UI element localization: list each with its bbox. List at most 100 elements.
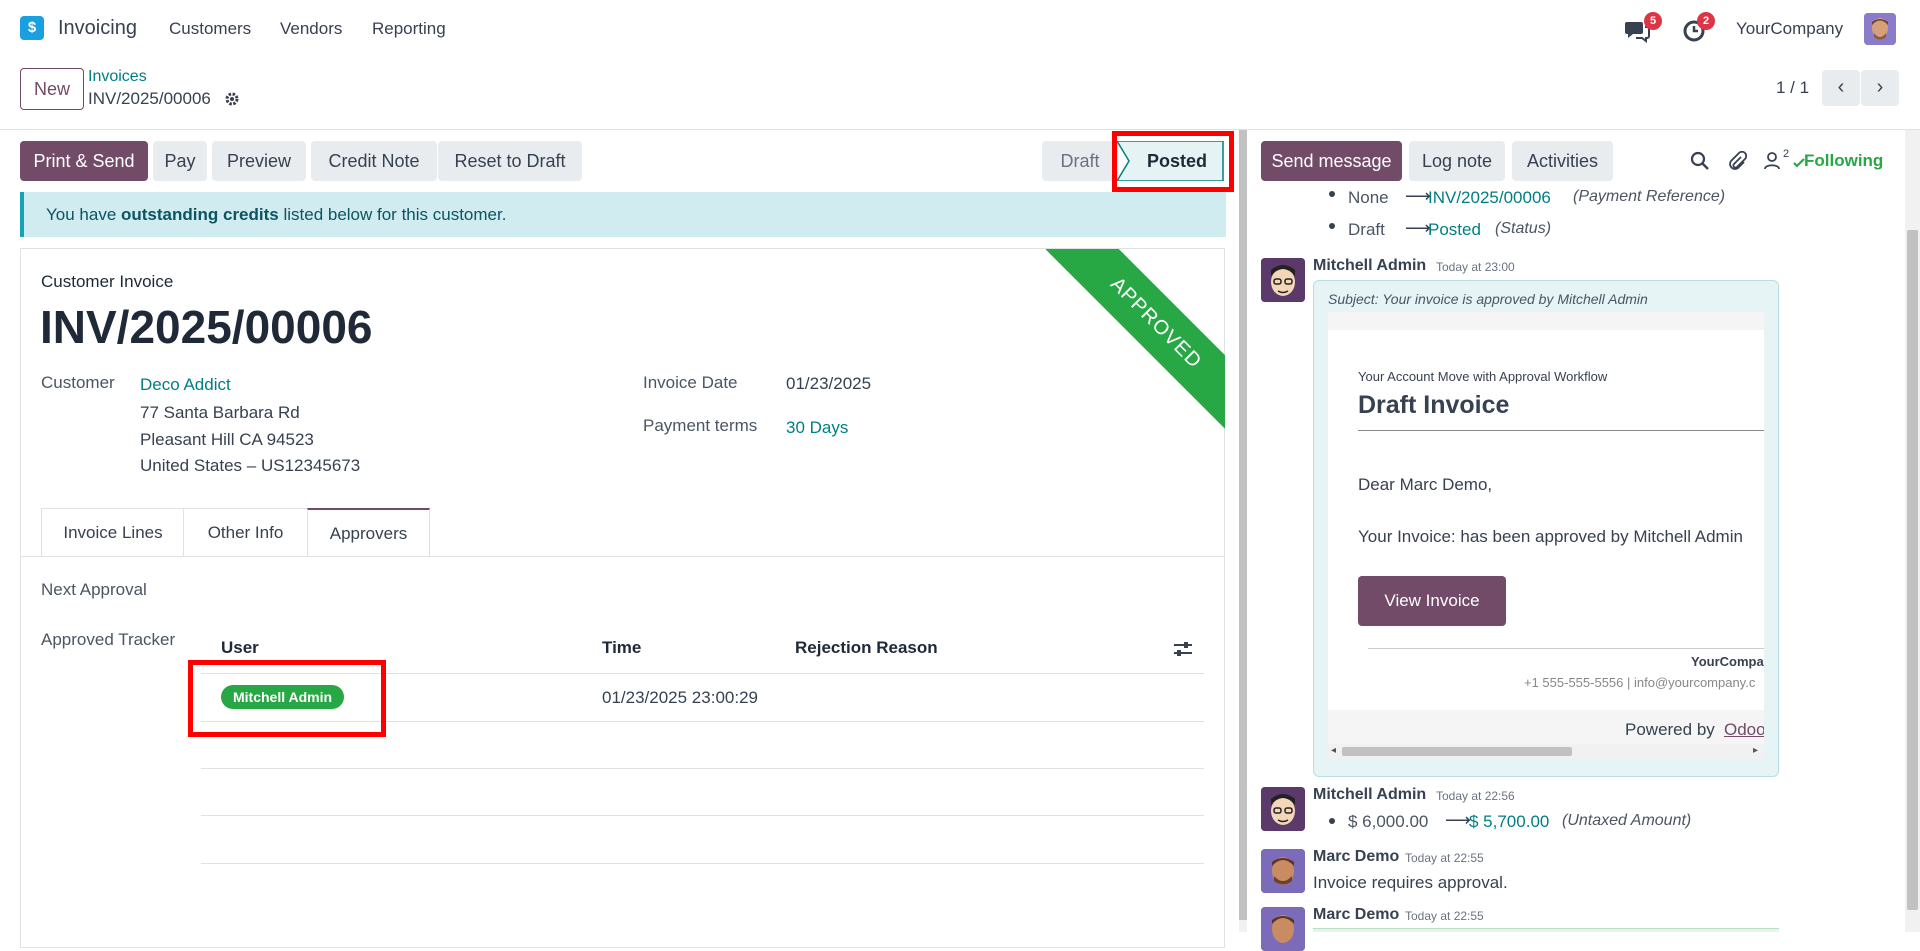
breadcrumb-invoices[interactable]: Invoices — [88, 68, 147, 86]
pay-label: Pay — [164, 151, 196, 171]
avatar-mitchell-admin[interactable] — [1261, 258, 1305, 302]
msg1-author[interactable]: Mitchell Admin — [1313, 257, 1426, 275]
pay-button[interactable]: Pay — [153, 141, 207, 181]
send-message-button[interactable]: Send message — [1261, 141, 1402, 181]
activities-button[interactable]: 2 — [1683, 12, 1715, 44]
msg3-author[interactable]: Marc Demo — [1313, 848, 1399, 866]
email-body-frame: Your Account Move with Approval Workflow… — [1328, 312, 1764, 759]
invoice-number: INV/2025/00006 — [40, 301, 373, 353]
msg2-author[interactable]: Mitchell Admin — [1313, 786, 1426, 804]
msg4-author[interactable]: Marc Demo — [1313, 906, 1399, 924]
company-switcher[interactable]: YourCompany — [1736, 19, 1843, 39]
new-button[interactable]: New — [20, 68, 84, 110]
gear-icon[interactable] — [224, 91, 240, 107]
odoo-link[interactable]: Odoo — [1724, 720, 1764, 740]
column-settings-icon[interactable] — [1173, 640, 1193, 658]
customer-label: Customer — [41, 373, 115, 392]
column-header-user[interactable]: User — [221, 638, 259, 658]
msg2-new-amount: $ 5,700.00 — [1469, 812, 1550, 831]
address-line3: United States – US12345673 — [140, 456, 361, 475]
tab-other-info[interactable]: Other Info — [183, 508, 307, 556]
status-draft[interactable]: Draft — [1042, 141, 1118, 181]
send-message-label: Send message — [1271, 151, 1392, 171]
email-footer-rule — [1368, 648, 1764, 649]
followers-icon[interactable] — [1763, 151, 1781, 171]
alert-text-post: listed below for this customer. — [278, 205, 507, 224]
email-body-text: Your Invoice: has been approved by Mitch… — [1358, 527, 1743, 546]
reset-draft-button[interactable]: Reset to Draft — [438, 141, 582, 181]
scroll-right-arrow-icon[interactable]: ▸ — [1753, 745, 1758, 756]
log-note-button[interactable]: Log note — [1409, 141, 1505, 181]
messages-button[interactable]: 5 — [1624, 12, 1662, 44]
approved-ribbon-band: APPROVED — [1045, 249, 1225, 434]
email-scrollbar-thumb[interactable] — [1342, 747, 1572, 756]
msg4-card-top — [1313, 928, 1779, 932]
column-header-rejection-reason[interactable]: Rejection Reason — [795, 638, 938, 658]
arrow-right-icon: ⟶ — [1445, 810, 1471, 830]
status-draft-label: Draft — [1060, 151, 1100, 171]
app-logo-icon[interactable]: $ — [20, 16, 44, 40]
messages-count-badge: 5 — [1644, 12, 1662, 30]
email-title: Draft Invoice — [1358, 391, 1510, 419]
app-name[interactable]: Invoicing — [58, 17, 137, 40]
following-button[interactable]: Following — [1804, 151, 1883, 171]
view-invoice-button[interactable]: View Invoice — [1358, 576, 1506, 626]
approval-time: 01/23/2025 23:00:29 — [602, 688, 758, 707]
outstanding-credits-alert: You have outstanding credits listed belo… — [20, 192, 1226, 237]
search-icon[interactable] — [1690, 151, 1710, 171]
alert-outstanding-credits[interactable]: outstanding credits — [121, 205, 279, 224]
tracking2-field: (Status) — [1495, 220, 1552, 237]
menu-customers[interactable]: Customers — [169, 19, 251, 39]
followers-count: 2 — [1783, 148, 1790, 160]
avatar-marc-demo-icon — [1261, 849, 1305, 893]
preview-button[interactable]: Preview — [212, 141, 306, 181]
next-approval-label: Next Approval — [41, 580, 147, 599]
customer-name-link[interactable]: Deco Addict — [140, 375, 231, 395]
form-scrollbar[interactable] — [1239, 130, 1247, 932]
print-send-button[interactable]: Print & Send — [20, 141, 148, 181]
control-panel: New Invoices INV/2025/00006 1 / 1 ‹ › — [0, 58, 1920, 130]
invoice-date-value[interactable]: 01/23/2025 — [786, 374, 871, 394]
credit-note-button[interactable]: Credit Note — [311, 141, 437, 181]
tab-invoice-lines-label: Invoice Lines — [63, 523, 163, 542]
approved-tracker-label: Approved Tracker — [41, 630, 176, 649]
msg3-time: Today at 22:55 — [1405, 851, 1484, 865]
arrow-right-icon: ⟶ — [1405, 186, 1431, 206]
pager-value[interactable]: 1 / 1 — [1776, 78, 1809, 98]
highlight-box-user — [188, 660, 386, 737]
table-row-line-3 — [201, 815, 1204, 816]
email-horizontal-scrollbar[interactable]: ◂ ▸ — [1328, 744, 1764, 759]
avatar-marc-demo[interactable] — [1261, 907, 1305, 951]
msg4-time: Today at 22:55 — [1405, 909, 1484, 923]
tracking2-new: Posted — [1428, 220, 1481, 239]
avatar-mitchell-admin[interactable] — [1261, 787, 1305, 831]
activities-count-badge: 2 — [1697, 12, 1715, 30]
user-avatar[interactable] — [1864, 13, 1896, 45]
avatar-marc-demo[interactable] — [1261, 849, 1305, 893]
chatter-scrollbar-thumb[interactable] — [1907, 230, 1918, 910]
menu-reporting[interactable]: Reporting — [372, 19, 446, 39]
form-scrollbar-thumb[interactable] — [1239, 130, 1247, 920]
preview-label: Preview — [226, 151, 292, 171]
tab-approvers[interactable]: Approvers — [307, 508, 430, 557]
activities-button-chatter[interactable]: Activities — [1512, 141, 1613, 181]
reset-draft-label: Reset to Draft — [454, 151, 566, 171]
arrow-right-icon: ⟶ — [1405, 218, 1431, 238]
breadcrumb-current: INV/2025/00006 — [88, 89, 211, 108]
scroll-left-arrow-icon[interactable]: ◂ — [1331, 745, 1336, 756]
pager-prev-button[interactable]: ‹ — [1822, 70, 1860, 106]
view-invoice-label: View Invoice — [1384, 591, 1480, 610]
tab-approvers-label: Approvers — [329, 524, 408, 543]
tab-invoice-lines[interactable]: Invoice Lines — [41, 508, 184, 556]
approved-ribbon-label: APPROVED — [1106, 273, 1206, 373]
credit-note-label: Credit Note — [328, 151, 420, 171]
paperclip-icon[interactable] — [1727, 151, 1747, 171]
address-line1: 77 Santa Barbara Rd — [140, 403, 300, 422]
highlight-box-status — [1112, 131, 1234, 192]
payment-terms-link[interactable]: 30 Days — [786, 418, 848, 438]
menu-vendors[interactable]: Vendors — [280, 19, 342, 39]
tracking1-old: None — [1348, 188, 1389, 207]
column-header-time[interactable]: Time — [602, 638, 641, 658]
pager-next-button[interactable]: › — [1861, 70, 1899, 106]
chatter-scrollbar[interactable] — [1905, 130, 1920, 932]
